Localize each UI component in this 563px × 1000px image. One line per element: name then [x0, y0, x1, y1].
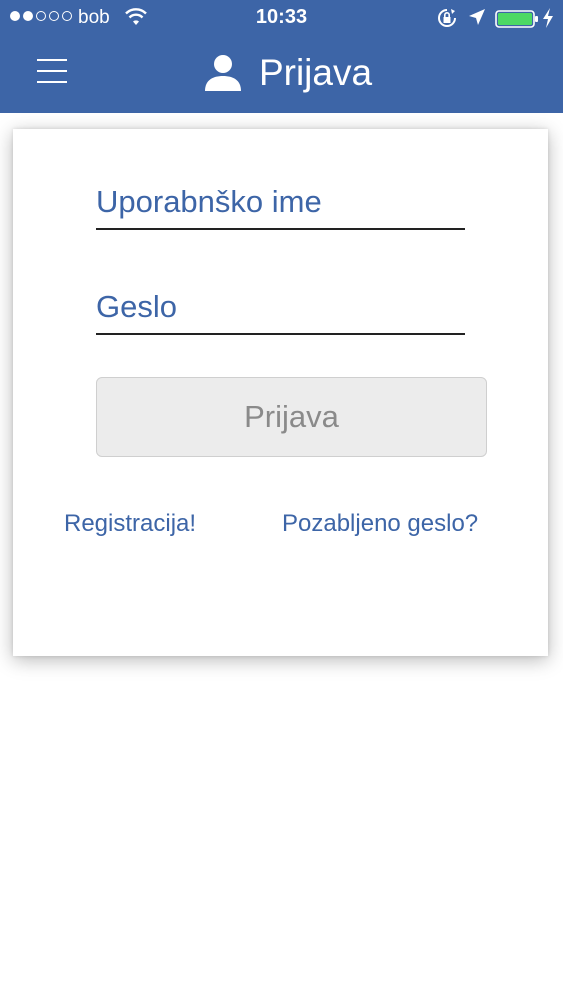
status-bar: bob 10:33 — [0, 0, 563, 38]
battery-icon — [495, 10, 538, 28]
charging-bolt-icon — [543, 8, 553, 28]
password-input[interactable] — [96, 289, 465, 325]
forgot-password-link[interactable]: Pozabljeno geslo? — [282, 510, 478, 538]
header-title-group: Prijava — [0, 48, 563, 98]
password-field — [96, 277, 465, 335]
username-input[interactable] — [96, 184, 465, 220]
login-button[interactable]: Prijava — [96, 377, 487, 457]
username-field — [96, 172, 465, 230]
location-arrow-icon — [469, 9, 485, 25]
app-header: bob 10:33 Prijava — [0, 0, 563, 113]
user-icon — [204, 55, 241, 91]
register-link[interactable]: Registracija! — [64, 510, 196, 538]
page-title: Prijava — [258, 52, 373, 93]
login-card: Prijava Registracija! Pozabljeno geslo? — [13, 129, 548, 656]
rotation-lock-icon — [438, 9, 456, 27]
